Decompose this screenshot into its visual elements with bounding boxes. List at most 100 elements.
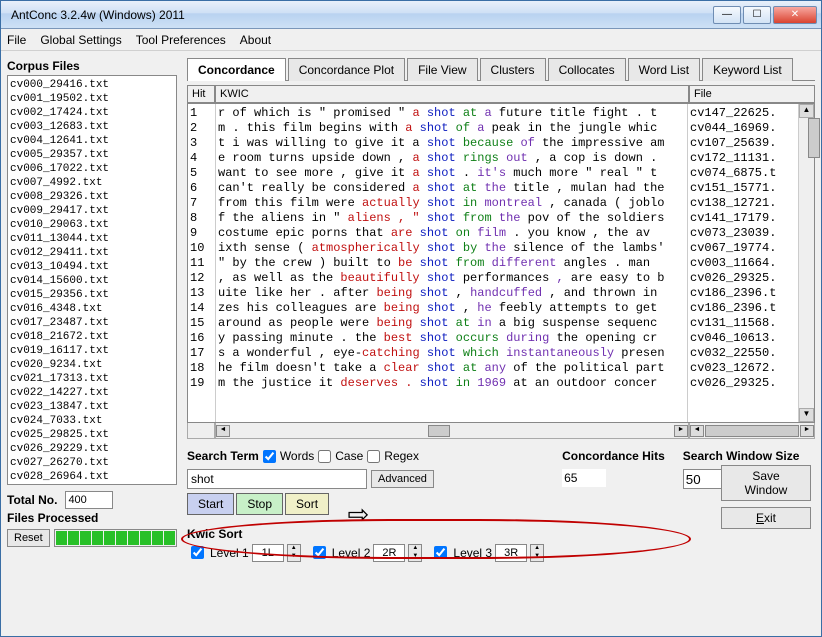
hit-number: 17 [190,346,213,361]
corpus-file-item[interactable]: cv017_23487.txt [10,316,174,330]
level1-spinner[interactable]: ▲▼ [287,544,301,562]
corpus-file-item[interactable]: cv013_10494.txt [10,260,174,274]
level3-label: Level 3 [453,546,492,560]
corpus-file-item[interactable]: cv005_29357.txt [10,148,174,162]
kwic-line[interactable]: costume epic porns that are shot on film… [218,226,685,241]
corpus-file-item[interactable]: cv006_17022.txt [10,162,174,176]
tab-collocates[interactable]: Collocates [548,58,626,81]
corpus-files-list[interactable]: cv000_29416.txtcv001_19502.txtcv002_1742… [7,75,177,485]
level3-checkbox[interactable] [434,546,447,559]
corpus-file-item[interactable]: cv002_17424.txt [10,106,174,120]
reset-button[interactable]: Reset [7,529,50,547]
level2-checkbox[interactable] [313,546,326,559]
kwic-line[interactable]: can't really be considered a shot at the… [218,181,685,196]
corpus-file-item[interactable]: cv008_29326.txt [10,190,174,204]
corpus-file-item[interactable]: cv018_21672.txt [10,330,174,344]
kwic-line[interactable]: he film doesn't take a clear shot at any… [218,361,685,376]
kwic-line[interactable]: from this film were actually shot in mon… [218,196,685,211]
corpus-file-item[interactable]: cv011_13044.txt [10,232,174,246]
concordance-hits-label: Concordance Hits [562,449,665,463]
stop-button[interactable]: Stop [236,493,283,515]
level3-spinner[interactable]: ▲▼ [530,544,544,562]
corpus-file-item[interactable]: cv022_14227.txt [10,386,174,400]
kwic-line[interactable]: s a wonderful , eye-catching shot which … [218,346,685,361]
kwic-line[interactable]: uite like her . after being shot , handc… [218,286,685,301]
kwic-line[interactable]: y passing minute . the best shot occurs … [218,331,685,346]
maximize-button[interactable]: ☐ [743,6,771,24]
kwic-line[interactable]: , as well as the beautifully shot perfor… [218,271,685,286]
start-button[interactable]: Start [187,493,234,515]
corpus-file-item[interactable]: cv023_13847.txt [10,400,174,414]
hit-number: 13 [190,286,213,301]
file-name: cv023_12672. [690,361,796,376]
search-input[interactable] [187,469,367,489]
menu-about[interactable]: About [240,33,271,47]
kwic-hscroll[interactable]: ◄ ► [215,423,689,439]
results-vscroll[interactable]: ▲ ▼ [798,104,814,422]
advanced-button[interactable]: Advanced [371,470,434,488]
corpus-file-item[interactable]: cv016_4348.txt [10,302,174,316]
kwic-line[interactable]: ixth sense ( atmospherically shot by the… [218,241,685,256]
minimize-button[interactable]: — [713,6,741,24]
corpus-file-item[interactable]: cv028_26964.txt [10,470,174,484]
regex-checkbox[interactable] [367,450,380,463]
kwic-line[interactable]: m the justice it deserves . shot in 1969… [218,376,685,391]
kwic-line[interactable]: m . this film begins with a shot of a pe… [218,121,685,136]
menu-file[interactable]: File [7,33,26,47]
file-name: cv074_6875.t [690,166,796,181]
level3-value[interactable] [495,544,527,562]
menu-global-settings[interactable]: Global Settings [40,33,121,47]
kwic-line[interactable]: around as people were being shot at in a… [218,316,685,331]
menu-tool-preferences[interactable]: Tool Preferences [136,33,226,47]
file-hscroll[interactable]: ◄ ► [689,423,815,439]
hit-number: 12 [190,271,213,286]
kwic-line[interactable]: " by the crew ) built to be shot from di… [218,256,685,271]
corpus-file-item[interactable]: cv010_29063.txt [10,218,174,232]
kwic-sort-label: Kwic Sort [187,527,544,541]
kwic-line[interactable]: want to see more , give it a shot . it's… [218,166,685,181]
corpus-file-item[interactable]: cv001_19502.txt [10,92,174,106]
tab-keyword-list[interactable]: Keyword List [702,58,793,81]
corpus-file-item[interactable]: cv021_17313.txt [10,372,174,386]
corpus-file-item[interactable]: cv025_29825.txt [10,428,174,442]
corpus-file-item[interactable]: cv019_16117.txt [10,344,174,358]
kwic-line[interactable]: f the aliens in " aliens , " shot from t… [218,211,685,226]
corpus-file-item[interactable]: cv004_12641.txt [10,134,174,148]
tab-file-view[interactable]: File View [407,58,477,81]
words-checkbox[interactable] [263,450,276,463]
corpus-file-item[interactable]: cv026_29229.txt [10,442,174,456]
corpus-file-item[interactable]: cv024_7033.txt [10,414,174,428]
tab-concordance[interactable]: Concordance [187,58,286,81]
level2-value[interactable] [373,544,405,562]
kwic-line[interactable]: e room turns upside down , a shot rings … [218,151,685,166]
close-button[interactable]: ✕ [773,6,817,24]
hit-number: 8 [190,211,213,226]
file-name: cv138_12721. [690,196,796,211]
kwic-line[interactable]: t i was willing to give it a shot becaus… [218,136,685,151]
corpus-file-item[interactable]: cv014_15600.txt [10,274,174,288]
kwic-line[interactable]: r of which is " promised " a shot at a f… [218,106,685,121]
hit-hscroll[interactable] [187,423,215,439]
corpus-file-item[interactable]: cv027_26270.txt [10,456,174,470]
corpus-file-item[interactable]: cv012_29411.txt [10,246,174,260]
file-name: cv044_16969. [690,121,796,136]
level2-spinner[interactable]: ▲▼ [408,544,422,562]
case-checkbox[interactable] [318,450,331,463]
tab-concordance-plot[interactable]: Concordance Plot [288,58,405,81]
corpus-file-item[interactable]: cv000_29416.txt [10,78,174,92]
save-window-button[interactable]: Save Window [721,465,811,501]
sort-button[interactable]: Sort [285,493,329,515]
corpus-file-item[interactable]: cv020_9234.txt [10,358,174,372]
kwic-column[interactable]: r of which is " promised " a shot at a f… [216,104,688,422]
tab-clusters[interactable]: Clusters [480,58,546,81]
exit-button[interactable]: Exit [721,507,811,529]
level1-checkbox[interactable] [191,546,204,559]
tab-word-list[interactable]: Word List [628,58,700,81]
corpus-file-item[interactable]: cv007_4992.txt [10,176,174,190]
corpus-file-item[interactable]: cv003_12683.txt [10,120,174,134]
corpus-file-item[interactable]: cv029_19943.txt [10,484,174,485]
kwic-line[interactable]: zes his colleagues are being shot , he f… [218,301,685,316]
level1-value[interactable] [252,544,284,562]
corpus-file-item[interactable]: cv009_29417.txt [10,204,174,218]
corpus-file-item[interactable]: cv015_29356.txt [10,288,174,302]
